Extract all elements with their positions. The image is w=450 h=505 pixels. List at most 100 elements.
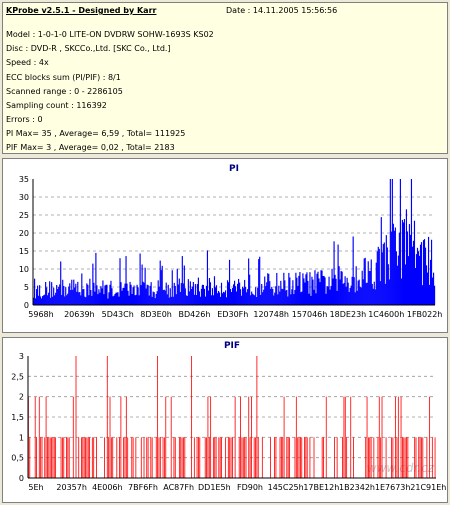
pi-bar: [249, 274, 251, 305]
pi-bar: [402, 222, 404, 305]
pif-bar: [270, 437, 271, 478]
pi-bar: [84, 296, 86, 305]
pi-bar: [127, 290, 129, 305]
pif-bar: [62, 437, 63, 478]
pi-bar: [377, 246, 379, 305]
pi-bar: [41, 298, 43, 305]
pi-bar: [339, 279, 341, 305]
pif-bar: [86, 437, 88, 478]
pi-bar: [246, 292, 248, 305]
pif-bar: [159, 437, 161, 478]
pif-bar: [381, 396, 383, 478]
y-tick-label: 0: [19, 474, 24, 483]
pi-bar: [323, 275, 325, 305]
pi-bar: [381, 252, 383, 305]
pi-bar: [302, 273, 304, 305]
pi-bar: [418, 255, 421, 305]
pi-bar: [351, 276, 353, 305]
pi-bar: [327, 286, 329, 305]
pi-bar: [260, 294, 262, 305]
pi-bar: [242, 286, 244, 305]
pi-bar: [282, 289, 284, 305]
pi-bar: [280, 280, 282, 305]
pif-bar: [83, 437, 85, 478]
pi-bar: [361, 270, 363, 305]
pif-bar: [255, 437, 256, 478]
pi-bar: [43, 295, 45, 305]
pi-bar: [291, 289, 293, 305]
pi-bar: [240, 289, 242, 305]
pi-bar: [90, 289, 92, 305]
pif-bar: [229, 437, 231, 478]
pi-bar: [362, 279, 364, 305]
pi-bar: [175, 294, 177, 305]
pif-bar: [184, 437, 186, 478]
x-tick-label: AC87Fh: [163, 483, 194, 492]
pi-bar: [219, 296, 222, 305]
pif-bar: [395, 396, 397, 478]
pi-bar: [236, 291, 238, 305]
pi-bar: [295, 272, 297, 305]
pi-bar: [86, 283, 88, 305]
pi-bar: [290, 294, 292, 305]
pi-bar: [272, 288, 274, 305]
pi-bar: [132, 287, 134, 305]
pif-bar: [60, 437, 62, 478]
pi-bar: [232, 284, 235, 305]
pif-bar: [257, 437, 259, 478]
pi-bar: [388, 279, 390, 305]
pif-bar: [232, 437, 233, 478]
pi-bar: [300, 292, 302, 305]
pif-bar: [162, 437, 164, 478]
pi-bar: [253, 294, 255, 305]
pi-bar: [410, 179, 413, 305]
pi-bar: [69, 283, 71, 305]
pi-bar: [415, 254, 418, 305]
pi-bar: [335, 278, 337, 305]
pif-bar: [45, 396, 47, 478]
pif-bar: [180, 437, 182, 478]
pi-bar: [186, 295, 188, 305]
pif-bar: [392, 437, 394, 478]
pif-bar: [82, 437, 84, 478]
pi-bar: [301, 291, 303, 305]
y-tick-label: 5: [24, 283, 29, 292]
pi-bar: [118, 296, 120, 305]
pi-bar: [88, 295, 90, 305]
pi-bar: [264, 276, 266, 305]
pi-bar: [237, 283, 239, 305]
pi-bar: [279, 291, 281, 305]
pi-bar: [194, 284, 196, 305]
pi-bar: [176, 268, 178, 305]
pif-bar: [110, 437, 112, 478]
pi-bar: [324, 277, 326, 305]
pi-bar: [85, 297, 87, 305]
pi-bar: [68, 286, 70, 305]
pif-bar: [198, 437, 199, 478]
pi-bar: [164, 290, 166, 305]
pif-bar: [300, 437, 301, 478]
pi-bar: [276, 272, 278, 305]
pif-bar: [256, 356, 258, 478]
pi-bar: [316, 273, 318, 305]
pi-bar: [257, 287, 259, 305]
pif-bar: [323, 437, 324, 478]
x-tick-label: 1C4600h: [368, 310, 404, 319]
pi-bar: [211, 288, 214, 305]
pi-bar: [181, 256, 183, 305]
pi-bar: [216, 293, 219, 305]
pi-bar: [283, 272, 285, 305]
pi-bar: [288, 272, 290, 305]
pi-bar: [413, 220, 416, 305]
pif-bar: [274, 437, 275, 478]
pif-chart-panel: PIF 0 0,5 1 1,5 2 2,5 3 5Eh 20357h 4E006h 7BF6Fh AC8…: [2, 337, 448, 503]
pif-bar: [373, 437, 375, 478]
x-tick-label: ED30Fh: [217, 310, 248, 319]
pi-bar: [342, 283, 344, 305]
pi-bar: [142, 281, 144, 305]
pif-bar: [173, 437, 175, 478]
pi-bar: [144, 267, 146, 305]
pi-bar: [414, 267, 417, 305]
pif-bar: [304, 437, 305, 478]
pi-bar: [107, 298, 109, 305]
